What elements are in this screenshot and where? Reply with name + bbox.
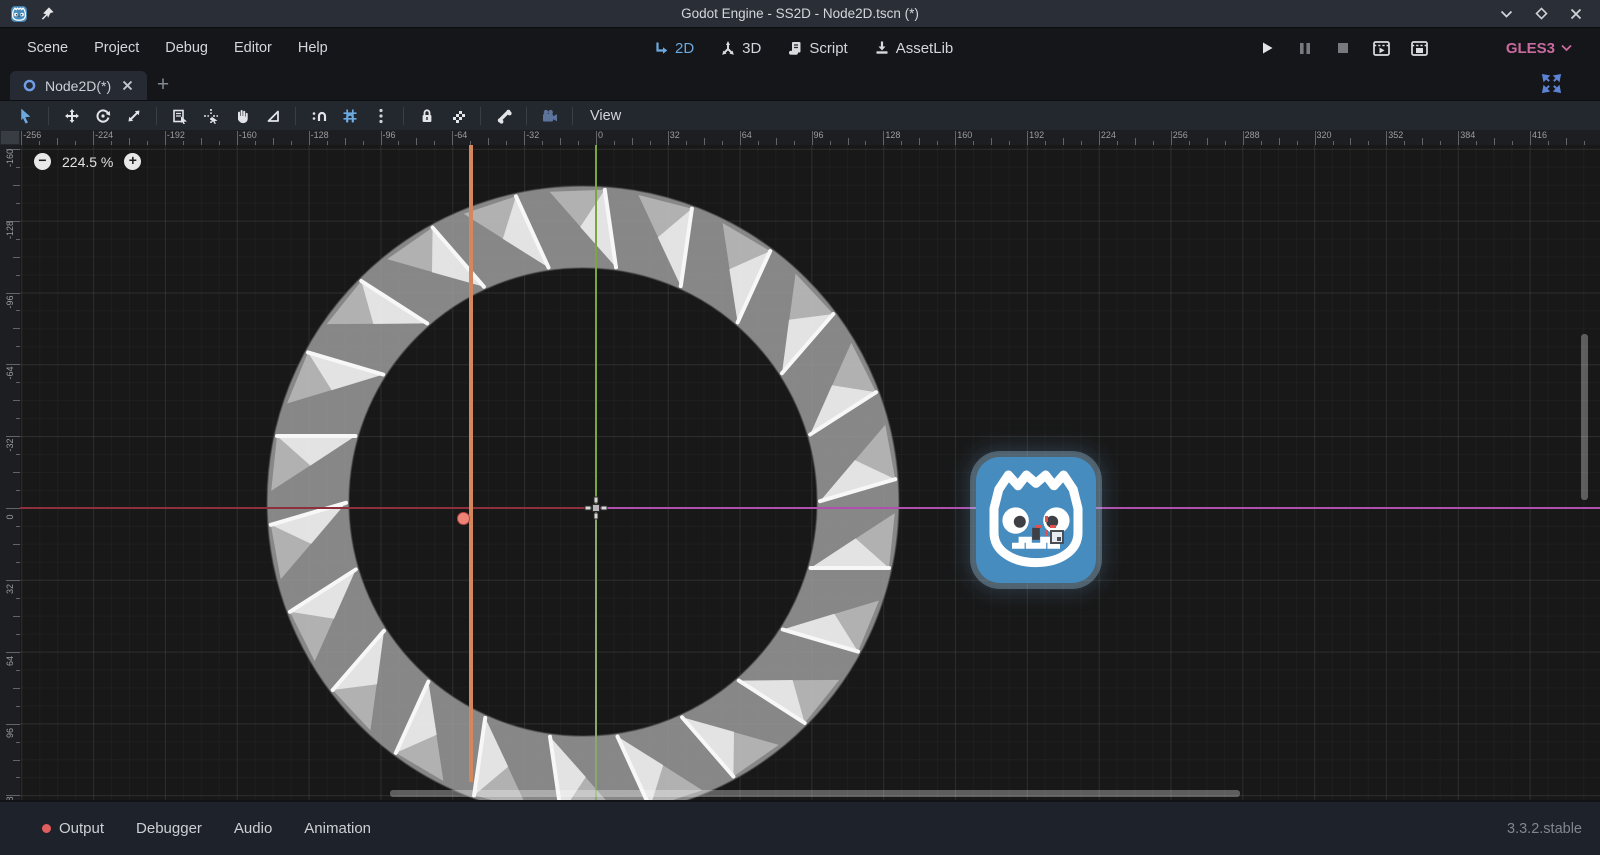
stop-button[interactable] — [1332, 37, 1354, 59]
maximize-button[interactable] — [1535, 7, 1548, 20]
bottom-tab-audio[interactable]: Audio — [218, 814, 288, 843]
3d-workspace-icon — [720, 40, 736, 56]
godot-logo-icon — [10, 5, 28, 23]
chevron-down-icon — [1561, 44, 1572, 52]
output-alert-dot — [42, 824, 51, 833]
workspace-assetlib-button[interactable]: AssetLib — [868, 36, 960, 61]
menu-help[interactable]: Help — [285, 34, 341, 62]
bottom-panel: Output Debugger Audio Animation 3.3.2.st… — [0, 800, 1600, 855]
node2d-icon — [22, 78, 37, 93]
scene-tab-bar: Node2D(*) + — [0, 68, 1600, 100]
vertical-scrollbar[interactable] — [1581, 334, 1588, 500]
group-object-button[interactable] — [444, 103, 471, 129]
workspace-3d-button[interactable]: 3D — [714, 36, 767, 61]
zoom-widget: − 224.5 % + — [34, 153, 141, 170]
canvas-toolbar: View — [0, 100, 1600, 130]
pin-icon[interactable] — [38, 5, 56, 23]
workspace-script-button[interactable]: Script — [781, 36, 853, 61]
zoom-out-button[interactable]: − — [34, 153, 51, 170]
drag-cursor-icon — [1050, 530, 1064, 544]
viewport-rect-left-edge — [595, 509, 597, 800]
workspace-switcher: 2D 3D Script AssetLib — [647, 36, 959, 61]
menu-bar: Scene Project Debug Editor Help 2D 3D Sc… — [0, 28, 1600, 68]
2d-viewport-canvas[interactable]: − 224.5 % + — [20, 145, 1600, 800]
pivot-tool[interactable] — [197, 103, 224, 129]
video-driver-select[interactable]: GLES3 — [1506, 40, 1572, 57]
smartshape-ring[interactable] — [20, 145, 1600, 800]
play-scene-button[interactable] — [1370, 37, 1392, 59]
add-scene-tab-button[interactable]: + — [150, 72, 176, 98]
lock-object-button[interactable] — [413, 103, 440, 129]
menu-scene[interactable]: Scene — [14, 34, 81, 62]
engine-version: 3.3.2.stable — [1507, 821, 1582, 837]
menu-debug[interactable]: Debug — [152, 34, 221, 62]
close-button[interactable] — [1570, 8, 1582, 20]
ruler-corner — [0, 130, 20, 145]
rotate-tool[interactable] — [89, 103, 116, 129]
script-workspace-icon — [787, 40, 803, 56]
zoom-in-button[interactable]: + — [124, 153, 141, 170]
vertical-ruler[interactable]: -160-128-96-64-320326496128 — [0, 145, 20, 800]
scene-tab-label: Node2D(*) — [45, 78, 111, 94]
tab-close-icon[interactable] — [119, 78, 135, 94]
bottom-tab-animation[interactable]: Animation — [288, 814, 387, 843]
viewport-rect-top-edge — [596, 507, 1600, 509]
workspace-2d-button[interactable]: 2D — [647, 36, 700, 61]
zoom-level[interactable]: 224.5 % — [62, 154, 113, 170]
2d-workspace-icon — [653, 40, 669, 56]
expand-icon — [1542, 74, 1561, 93]
minimize-button[interactable] — [1500, 9, 1513, 19]
node-origin-gizmo[interactable] — [583, 495, 609, 526]
bottom-tab-output[interactable]: Output — [26, 814, 120, 843]
camera-override-button[interactable] — [536, 103, 563, 129]
play-custom-scene-button[interactable] — [1408, 37, 1430, 59]
list-select-tool[interactable] — [166, 103, 193, 129]
scale-tool[interactable] — [120, 103, 147, 129]
assetlib-workspace-icon — [874, 40, 890, 56]
pan-tool[interactable] — [228, 103, 255, 129]
video-driver-label: GLES3 — [1506, 40, 1555, 57]
move-tool[interactable] — [58, 103, 85, 129]
view-menu[interactable]: View — [580, 108, 631, 124]
pause-button[interactable] — [1294, 37, 1316, 59]
play-button[interactable] — [1256, 37, 1278, 59]
distraction-free-toggle[interactable] — [1542, 74, 1562, 94]
menu-project[interactable]: Project — [81, 34, 152, 62]
playback-controls — [1256, 37, 1430, 59]
title-bar: Godot Engine - SS2D - Node2D.tscn (*) — [0, 0, 1600, 28]
bottom-tab-debugger[interactable]: Debugger — [120, 814, 218, 843]
horizontal-scrollbar[interactable] — [390, 790, 1240, 797]
main-menus: Scene Project Debug Editor Help — [0, 34, 341, 62]
bone-options-button[interactable] — [490, 103, 517, 129]
shape-point-handle[interactable] — [457, 512, 470, 525]
godot-editor-window: Godot Engine - SS2D - Node2D.tscn (*) Sc… — [0, 0, 1600, 855]
grid-snap-toggle[interactable] — [336, 103, 363, 129]
horizontal-ruler[interactable]: -256-224-192-160-128-96-64-3203264961281… — [20, 130, 1600, 145]
menu-editor[interactable]: Editor — [221, 34, 285, 62]
snap-options-menu[interactable] — [367, 103, 394, 129]
scene-tab-node2d[interactable]: Node2D(*) — [10, 71, 147, 100]
window-title: Godot Engine - SS2D - Node2D.tscn (*) — [0, 6, 1600, 21]
ruler-tool[interactable] — [259, 103, 286, 129]
edge-guide-line — [469, 145, 473, 782]
smart-snap-toggle[interactable] — [305, 103, 332, 129]
select-tool[interactable] — [12, 103, 39, 129]
